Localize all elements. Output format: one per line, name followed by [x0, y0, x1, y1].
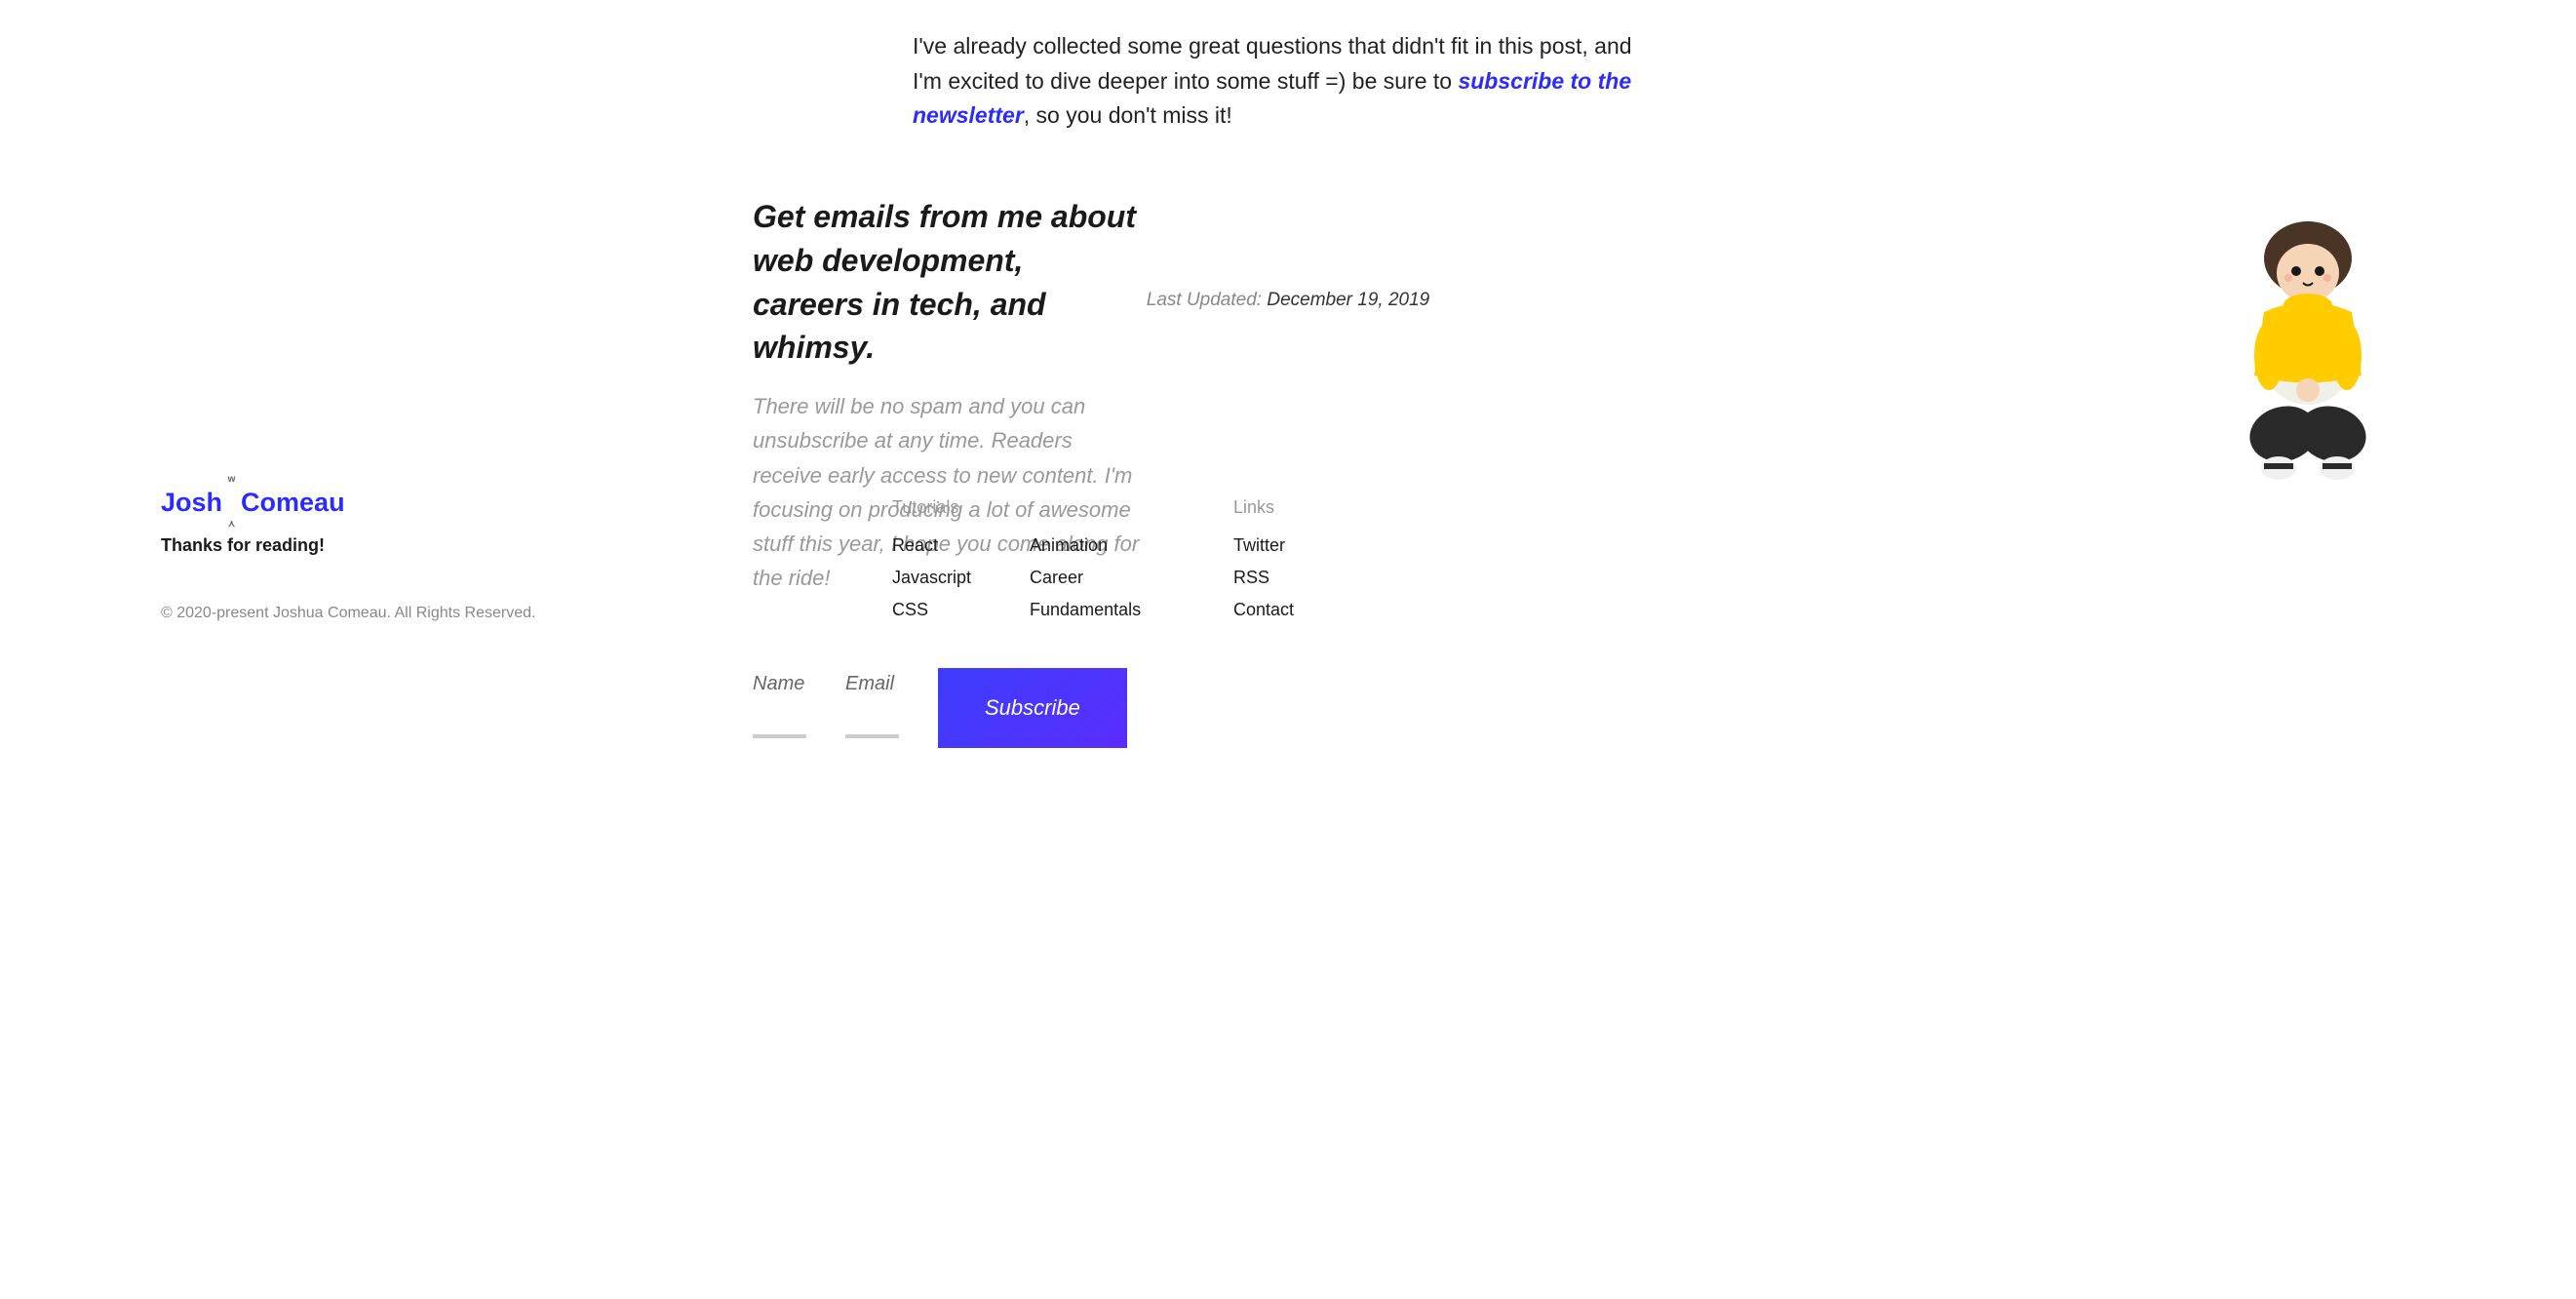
logo-first-name: Josh — [161, 488, 222, 518]
last-updated-date: December 19, 2019 — [1267, 290, 1429, 310]
paragraph-text-after: , so you don't miss it! — [1024, 102, 1232, 128]
name-label: Name — [753, 673, 806, 695]
logo-hat-icon: w — [228, 474, 236, 485]
nav-link-fundamentals[interactable]: Fundamentals — [1030, 600, 1141, 620]
last-updated: Last Updated: December 19, 2019 — [0, 290, 2576, 311]
article-paragraph: I've already collected some great questi… — [913, 29, 1663, 134]
subscribe-button[interactable]: Subscribe — [938, 668, 1127, 748]
email-input[interactable] — [845, 734, 899, 738]
footer-left: Josh w ⋏ Comeau Thanks for reading! © 20… — [161, 488, 535, 622]
nav-link-rss[interactable]: RSS — [1233, 568, 1294, 588]
tutorials-column-1: Tutorials React Javascript CSS — [892, 497, 971, 632]
newsletter-heading: Get emails from me about web development… — [753, 195, 1143, 370]
footer-nav-tutorials: Tutorials React Javascript CSS Animation… — [892, 497, 1141, 632]
logo-legs-icon: ⋏ — [228, 519, 235, 530]
nav-link-react[interactable]: React — [892, 535, 971, 556]
copyright-text: © 2020-present Joshua Comeau. All Rights… — [161, 605, 535, 622]
article-content: I've already collected some great questi… — [893, 0, 1683, 134]
last-updated-label: Last Updated: — [1147, 290, 1262, 310]
person-avatar-icon — [2235, 219, 2381, 492]
logo[interactable]: Josh w ⋏ Comeau — [161, 488, 535, 518]
tutorials-column-2: Animation Career Fundamentals — [1030, 497, 1141, 632]
newsletter-form: Name Email Subscribe — [753, 673, 1127, 748]
nav-link-javascript[interactable]: Javascript — [892, 568, 971, 588]
logo-last-name: Comeau — [241, 488, 345, 518]
logo-w-decoration: w ⋏ — [224, 488, 239, 518]
thanks-text: Thanks for reading! — [161, 535, 535, 556]
footer-nav-links: Links Twitter RSS Contact — [1233, 497, 1294, 632]
links-heading: Links — [1233, 497, 1294, 518]
nav-link-career[interactable]: Career — [1030, 568, 1141, 588]
name-input[interactable] — [753, 734, 806, 738]
nav-link-css[interactable]: CSS — [892, 600, 971, 620]
nav-link-contact[interactable]: Contact — [1233, 600, 1294, 620]
tutorials-heading: Tutorials — [892, 497, 971, 518]
nav-link-twitter[interactable]: Twitter — [1233, 535, 1294, 556]
nav-link-animation[interactable]: Animation — [1030, 535, 1141, 556]
name-field-wrapper: Name — [753, 673, 806, 738]
email-field-wrapper: Email — [845, 673, 899, 738]
tutorials-spacer — [1030, 497, 1141, 518]
avatar-illustration — [2235, 219, 2381, 492]
links-column: Links Twitter RSS Contact — [1233, 497, 1294, 632]
email-label: Email — [845, 673, 899, 695]
